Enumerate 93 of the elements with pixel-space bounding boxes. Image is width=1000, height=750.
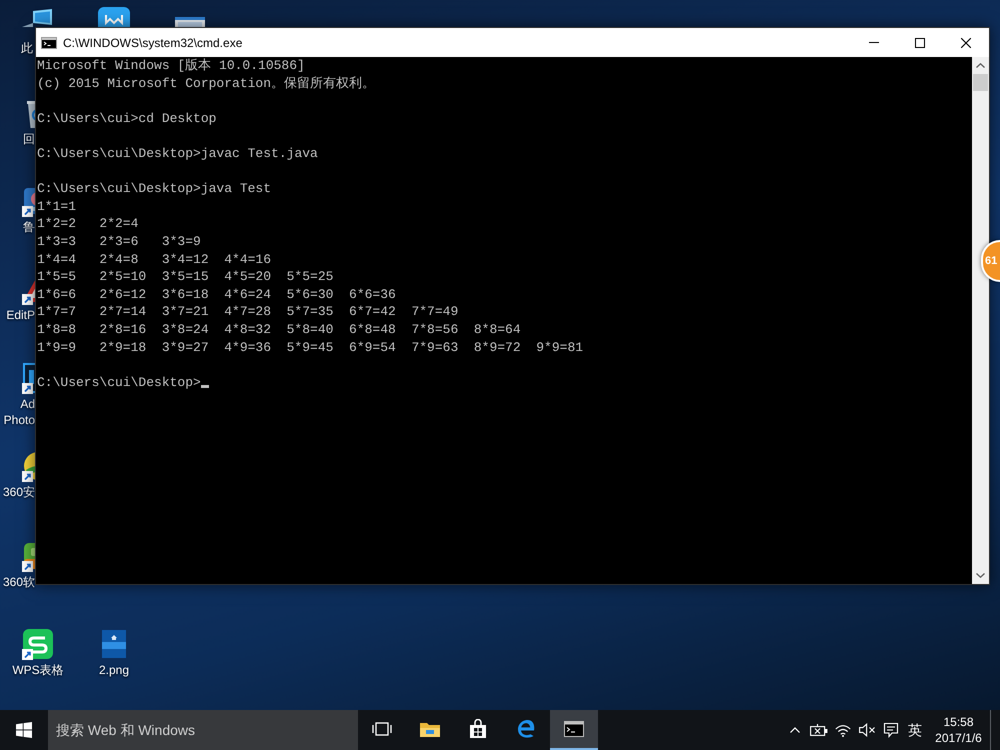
maximize-icon bbox=[915, 38, 925, 48]
multiplication-entry: 1*3=3 bbox=[37, 234, 76, 249]
icon-label: 2.png bbox=[98, 662, 130, 678]
multiplication-entry: 3*4=12 bbox=[162, 252, 209, 267]
icon-label: Photo bbox=[4, 412, 35, 428]
multiplication-entry: 9*9=81 bbox=[536, 340, 584, 354]
multiplication-entry: 6*9=54 bbox=[349, 340, 396, 354]
multiplication-entry: 5*8=40 bbox=[286, 322, 334, 337]
multiplication-entry: 4*5=20 bbox=[224, 269, 272, 284]
multiplication-entry: 8*9=72 bbox=[474, 340, 521, 354]
shopping-bag-icon bbox=[469, 719, 487, 739]
task-view-icon bbox=[372, 721, 392, 737]
close-icon bbox=[961, 38, 971, 48]
multiplication-entry: 2*2=4 bbox=[99, 216, 138, 232]
console-line: (c) 2015 Microsoft Corporation。保留所有权利。 bbox=[37, 74, 376, 92]
multiplication-entry: 3*8=24 bbox=[162, 322, 209, 337]
multiplication-entry: 5*6=30 bbox=[286, 286, 334, 302]
bag-app-icon[interactable] bbox=[22, 540, 35, 572]
multiplication-entry: 3*7=21 bbox=[162, 304, 209, 320]
icon-label: 此 bbox=[21, 40, 33, 56]
multiplication-entry: 3*9=27 bbox=[162, 340, 209, 354]
multiplication-entry: 2*3=6 bbox=[99, 234, 138, 249]
multiplication-entry: 3*6=18 bbox=[162, 286, 209, 302]
multiplication-entry: 2*6=12 bbox=[99, 286, 146, 302]
multiplication-entry: 2*4=8 bbox=[99, 252, 138, 267]
terminal-icon bbox=[41, 36, 57, 48]
multiplication-entry: 6*6=36 bbox=[349, 286, 396, 302]
scroll-up-icon[interactable] bbox=[976, 63, 985, 68]
multiplication-entry: 3*5=15 bbox=[162, 269, 209, 284]
window-title: C:\WINDOWS\system32\cmd.exe bbox=[63, 34, 242, 52]
multiplication-entry: 7*9=63 bbox=[411, 340, 458, 354]
multiplication-entry: 7*7=49 bbox=[411, 304, 458, 320]
app-tile-icon[interactable] bbox=[98, 7, 130, 27]
multiplication-entry: 5*5=25 bbox=[286, 269, 334, 284]
square-app-icon[interactable] bbox=[22, 362, 35, 394]
multiplication-entry: 3*3=9 bbox=[162, 234, 201, 249]
windows-logo-icon bbox=[16, 722, 32, 738]
terminal-button[interactable] bbox=[550, 710, 598, 750]
multiplication-entry: 2*7=14 bbox=[99, 304, 146, 320]
console-line: Microsoft Windows [版本 10.0.10586] bbox=[37, 57, 305, 75]
battery-icon[interactable] bbox=[810, 724, 828, 736]
image-file-icon[interactable] bbox=[100, 628, 128, 660]
multiplication-entry: 1*7=7 bbox=[37, 304, 76, 320]
multiplication-entry: 4*8=32 bbox=[224, 322, 272, 337]
multiplication-entry: 7*8=56 bbox=[411, 322, 458, 337]
multiplication-entry: 4*6=24 bbox=[224, 286, 272, 302]
chevron-up-icon bbox=[790, 727, 800, 733]
minimize-icon bbox=[869, 42, 879, 43]
multiplication-entry: 4*4=16 bbox=[224, 252, 272, 267]
clock-date[interactable]: 2017/1/6 bbox=[935, 730, 982, 746]
speaker-muted-icon[interactable] bbox=[858, 723, 876, 737]
multiplication-entry: 4*7=28 bbox=[224, 304, 272, 320]
console-line: C:\Users\cui\Desktop>javac Test.java bbox=[37, 144, 318, 163]
icon-label: 回 bbox=[23, 131, 35, 147]
console-line: C:\Users\cui\Desktop> bbox=[37, 374, 201, 392]
input-method-button[interactable]: 英 bbox=[903, 710, 927, 750]
icon-label: 鲁 bbox=[23, 219, 35, 235]
multiplication-entry: 2*9=18 bbox=[99, 340, 146, 354]
folder-icon bbox=[419, 720, 441, 738]
multiplication-entry: 2*8=16 bbox=[99, 322, 146, 337]
icon-label: 360安 bbox=[2, 484, 35, 500]
icon-label: EditP bbox=[6, 307, 35, 323]
icon-label: WPS表格 bbox=[12, 662, 64, 678]
wifi-icon[interactable] bbox=[835, 724, 851, 736]
console-line: C:\Users\cui\Desktop>java Test bbox=[37, 180, 272, 198]
multiplication-entry: 6*8=48 bbox=[349, 322, 396, 337]
monitor-icon[interactable] bbox=[22, 6, 54, 27]
console-line: C:\Users\cui>cd Desktop bbox=[37, 110, 216, 128]
multiplication-entry: 1*6=6 bbox=[37, 286, 76, 302]
terminal-icon bbox=[564, 721, 584, 737]
multiplication-entry: 4*9=36 bbox=[224, 340, 272, 354]
scroll-down-icon[interactable] bbox=[976, 573, 985, 578]
multiplication-entry: 1*5=5 bbox=[37, 269, 76, 284]
multiplication-entry: 6*7=42 bbox=[349, 304, 396, 320]
multiplication-entry: 8*8=64 bbox=[474, 322, 521, 337]
e-logo-icon bbox=[516, 719, 536, 739]
icon-label: 360软 bbox=[2, 574, 35, 590]
multiplication-entry: 1*4=4 bbox=[37, 252, 76, 267]
window-file-icon[interactable] bbox=[175, 17, 205, 27]
multiplication-entry: 5*9=45 bbox=[286, 340, 334, 354]
multiplication-entry: 2*5=10 bbox=[99, 269, 146, 284]
multiplication-entry: 1*8=8 bbox=[37, 322, 76, 337]
multiplication-entry: 5*7=35 bbox=[286, 304, 334, 320]
notification-icon[interactable] bbox=[883, 722, 899, 738]
clock-time[interactable]: 15:58 bbox=[943, 714, 974, 730]
app-icon[interactable] bbox=[22, 185, 35, 217]
multiplication-entry: 1*2=2 bbox=[37, 216, 76, 232]
scroll-thumb[interactable] bbox=[973, 74, 988, 91]
s-tile-icon[interactable] bbox=[22, 628, 54, 660]
search-field[interactable]: 搜索 Web 和 Windows bbox=[48, 710, 358, 750]
multiplication-entry: 1*1=1 bbox=[37, 198, 76, 214]
icon-label: Ad bbox=[20, 396, 35, 412]
multiplication-entry: 1*9=9 bbox=[37, 340, 76, 354]
